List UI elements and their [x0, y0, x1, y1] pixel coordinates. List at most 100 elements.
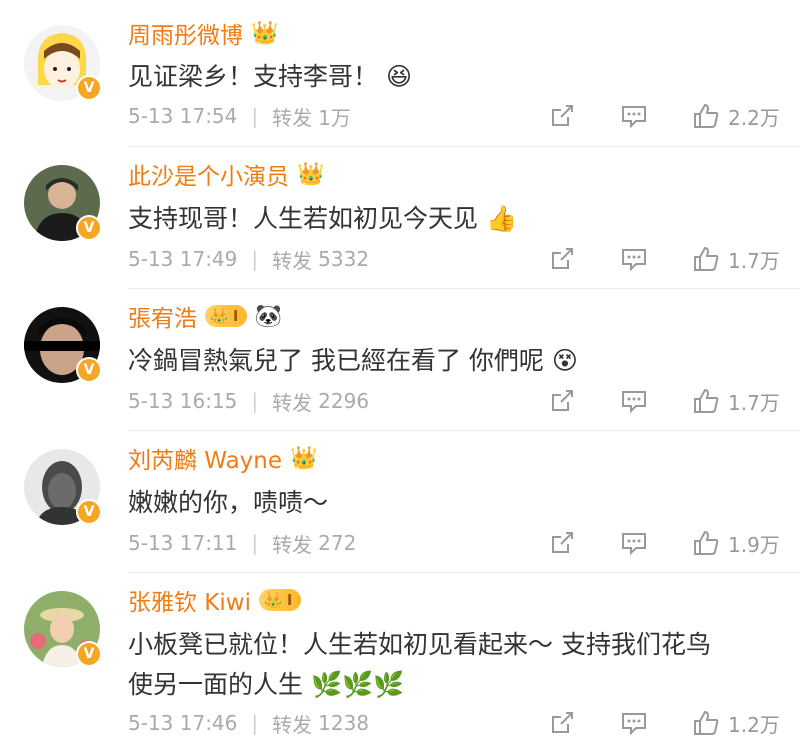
- comment-body-line-2-wrap: 使另一面的人生 🌿🌿🌿: [128, 665, 778, 705]
- laugh-emoji-icon: 😆: [385, 62, 413, 91]
- avatar[interactable]: V: [24, 165, 102, 241]
- like-count: 2.2万: [728, 105, 780, 130]
- avatar[interactable]: V: [24, 307, 102, 383]
- verified-badge: V: [76, 357, 102, 383]
- repost-label: 转发: [272, 712, 313, 737]
- comment-date: 5-13 17:49: [128, 247, 238, 271]
- name-row: 张雅钦 Kiwi 👑 I: [128, 583, 301, 617]
- comment-body: 冷鍋冒熱氣兒了 我已經在看了 你們呢: [128, 346, 544, 375]
- leaf-emoji-icon: 🌿🌿🌿: [310, 670, 405, 699]
- comment-date: 5-13 17:54: [128, 104, 238, 128]
- like-button[interactable]: 1.2万: [692, 709, 780, 738]
- verified-badge: V: [76, 641, 102, 667]
- repost-button[interactable]: [548, 387, 576, 415]
- avatar[interactable]: V: [24, 591, 102, 667]
- repost-count: 272: [318, 531, 357, 555]
- crown-icon: 👑: [251, 20, 279, 46]
- comment-actions: 2.2万: [548, 102, 788, 130]
- comment-button[interactable]: [620, 387, 648, 415]
- panda-icon: 🐼: [254, 303, 282, 329]
- repost-count: 5332: [318, 247, 370, 271]
- comment-actions: 1.7万: [548, 245, 788, 273]
- like-count: 1.7万: [728, 248, 780, 273]
- share-icon: [552, 532, 573, 553]
- member-level-badge: 👑 I: [205, 305, 247, 327]
- username[interactable]: 刘芮麟 Wayne: [128, 441, 282, 475]
- comment-button[interactable]: [620, 529, 648, 557]
- comment-body: 见证梁乡！支持李哥！: [128, 62, 379, 91]
- like-button[interactable]: 2.2万: [692, 102, 780, 131]
- like-count: 1.2万: [728, 712, 780, 737]
- comment-icon: [622, 533, 646, 556]
- level-text: I: [232, 307, 239, 325]
- comment-date: 5-13 17:11: [128, 531, 238, 555]
- comment-item: V 张雅钦 Kiwi 👑 I 小板凳已就位！人生若如初见看起来～ 支持我们花鸟 …: [0, 573, 800, 749]
- thumbs-up-icon: [694, 710, 719, 735]
- like-button[interactable]: 1.7万: [692, 245, 780, 274]
- comment-button[interactable]: [620, 102, 648, 130]
- comment-date: 5-13 17:46: [128, 711, 238, 735]
- share-icon: [552, 105, 573, 126]
- username[interactable]: 張宥浩: [128, 299, 197, 333]
- comment-item: V 周雨彤微博 👑 见证梁乡！支持李哥！ 😆 5-13 17:54 | 转发 1…: [0, 0, 800, 146]
- share-icon: [552, 248, 573, 269]
- separator: |: [251, 247, 259, 271]
- share-icon: [552, 712, 573, 733]
- name-row: 刘芮麟 Wayne 👑: [128, 441, 318, 475]
- comment-text: 嫩嫩的你，啧啧～: [128, 483, 778, 523]
- repost-button[interactable]: [548, 709, 576, 737]
- crown-icon: 👑: [290, 445, 318, 471]
- share-icon: [552, 390, 573, 411]
- like-count: 1.7万: [728, 390, 780, 415]
- name-row: 周雨彤微博 👑: [128, 16, 279, 50]
- comment-button[interactable]: [620, 245, 648, 273]
- separator: |: [251, 711, 259, 735]
- repost-button[interactable]: [548, 102, 576, 130]
- repost-label: 转发: [272, 248, 313, 273]
- comment-actions: 1.7万: [548, 387, 788, 415]
- comment-feed: V 周雨彤微博 👑 见证梁乡！支持李哥！ 😆 5-13 17:54 | 转发 1…: [0, 0, 800, 749]
- separator: |: [251, 104, 259, 128]
- comment-button[interactable]: [620, 709, 648, 737]
- username[interactable]: 此沙是个小演员: [128, 157, 289, 191]
- repost-button[interactable]: [548, 245, 576, 273]
- comment-text: 小板凳已就位！人生若如初见看起来～ 支持我们花鸟 使另一面的人生 🌿🌿🌿: [128, 625, 778, 705]
- comment-icon: [622, 391, 646, 414]
- comment-icon: [622, 106, 646, 129]
- comment-date: 5-13 16:15: [128, 389, 238, 413]
- comment-item: V 此沙是个小演员 👑 支持现哥！人生若如初见今天见 👍 5-13 17:49 …: [0, 147, 800, 288]
- comment-body: 嫩嫩的你，啧啧～: [128, 488, 329, 517]
- repost-button[interactable]: [548, 529, 576, 557]
- dizzy-emoji-icon: 😵: [551, 346, 578, 375]
- username[interactable]: 周雨彤微博: [128, 16, 243, 50]
- comment-actions: 1.2万: [548, 709, 788, 737]
- verified-badge: V: [76, 499, 102, 525]
- repost-label: 转发: [272, 390, 313, 415]
- thumbs-up-icon: [694, 388, 719, 413]
- name-row: 此沙是个小演员 👑: [128, 157, 325, 191]
- like-count: 1.9万: [728, 532, 780, 557]
- username[interactable]: 张雅钦 Kiwi: [128, 583, 251, 617]
- comment-text: 支持现哥！人生若如初见今天见 👍: [128, 199, 778, 239]
- thumbs-up-icon: [694, 530, 719, 555]
- separator: |: [251, 389, 259, 413]
- comment-body-line-1: 小板凳已就位！人生若如初见看起来～ 支持我们花鸟: [128, 630, 711, 659]
- like-button[interactable]: 1.9万: [692, 529, 780, 558]
- comment-icon: [622, 249, 646, 272]
- avatar[interactable]: V: [24, 449, 102, 525]
- crown-icon: 👑: [209, 306, 229, 326]
- level-text: I: [286, 591, 293, 609]
- verified-badge: V: [76, 75, 102, 101]
- comment-text: 冷鍋冒熱氣兒了 我已經在看了 你們呢 😵: [128, 341, 778, 381]
- comment-body-line-2: 使另一面的人生: [128, 670, 304, 699]
- thumbs-up-emoji-icon: 👍: [485, 204, 518, 233]
- repost-label: 转发: [272, 532, 313, 557]
- like-button[interactable]: 1.7万: [692, 387, 780, 416]
- verified-badge: V: [76, 215, 102, 241]
- avatar[interactable]: V: [24, 25, 102, 101]
- repost-count: 1238: [318, 711, 370, 735]
- crown-icon: 👑: [297, 161, 325, 187]
- thumbs-up-icon: [694, 103, 719, 128]
- crown-icon: 👑: [263, 590, 283, 610]
- thumbs-up-icon: [694, 246, 719, 271]
